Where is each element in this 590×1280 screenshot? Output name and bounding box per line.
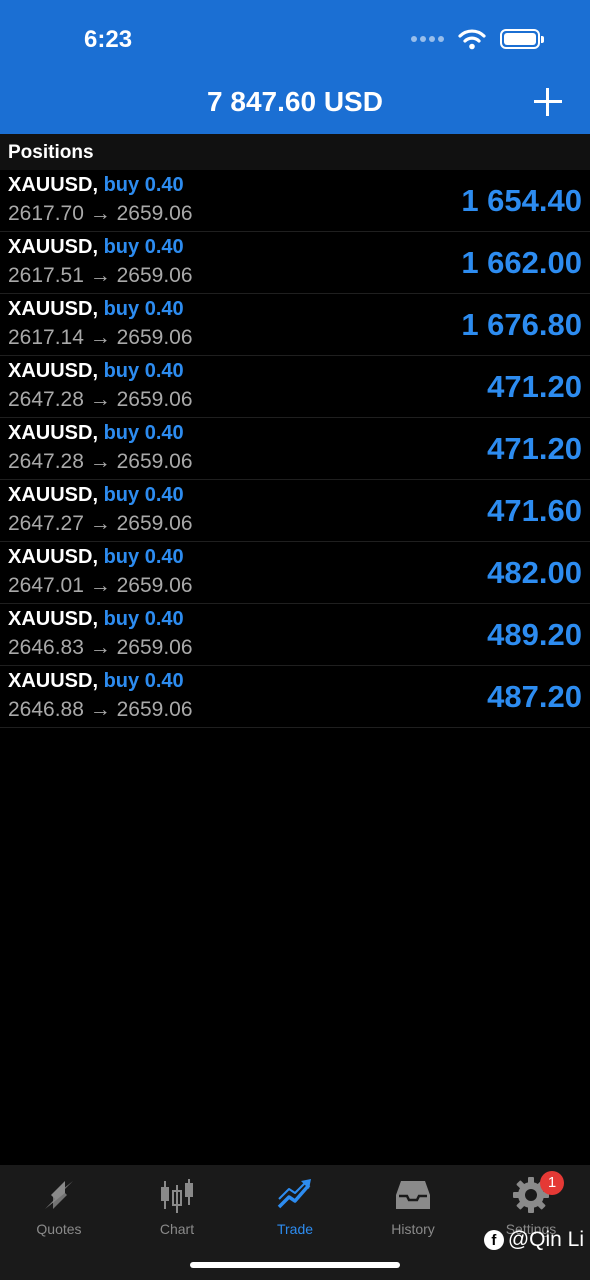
current-price: 2659.06 xyxy=(116,264,193,287)
tab-label: Quotes xyxy=(36,1221,82,1237)
arrow-icon: → xyxy=(89,512,111,535)
position-row[interactable]: XAUUSD, buy 0.40 2647.27 → 2659.06 471.6… xyxy=(0,480,590,542)
position-profit: 487.20 xyxy=(487,679,582,714)
position-profit: 471.20 xyxy=(487,369,582,404)
open-price: 2646.83 xyxy=(8,636,84,659)
current-price: 2659.06 xyxy=(116,512,193,535)
arrow-icon: → xyxy=(89,450,111,473)
open-price: 2647.27 xyxy=(8,512,84,535)
account-balance: 7 847.60 USD xyxy=(207,86,383,117)
watermark: f @Qin Li xyxy=(483,1228,584,1252)
position-row[interactable]: XAUUSD, buy 0.40 2617.51 → 2659.06 1 662… xyxy=(0,232,590,294)
tab-label: Chart xyxy=(159,1221,195,1237)
current-price: 2659.06 xyxy=(116,636,193,659)
position-side: buy 0.40 xyxy=(103,608,184,630)
position-symbol: XAUUSD, xyxy=(8,546,99,568)
history-icon xyxy=(396,1181,430,1209)
position-row[interactable]: XAUUSD, buy 0.40 2617.14 → 2659.06 1 676… xyxy=(0,294,590,356)
current-price: 2659.06 xyxy=(116,388,193,411)
home-indicator xyxy=(190,1262,400,1268)
position-side: buy 0.40 xyxy=(103,360,184,382)
wifi-icon xyxy=(458,29,486,50)
open-price: 2617.51 xyxy=(8,264,84,287)
position-side: buy 0.40 xyxy=(103,236,184,258)
arrow-icon: → xyxy=(89,636,111,659)
current-price: 2659.06 xyxy=(116,698,193,721)
position-side: buy 0.40 xyxy=(103,670,184,692)
positions-list: XAUUSD, buy 0.40 2617.70 → 2659.06 1 654… xyxy=(0,170,590,728)
tab-label: History xyxy=(391,1221,435,1237)
app-header: 6:23 7 847.60 USD xyxy=(0,0,590,134)
position-side: buy 0.40 xyxy=(103,546,184,568)
chart-icon xyxy=(161,1179,193,1213)
position-symbol: XAUUSD, xyxy=(8,236,99,258)
current-price: 2659.06 xyxy=(116,202,193,225)
facebook-icon: f xyxy=(483,1230,504,1250)
position-side: buy 0.40 xyxy=(103,298,184,320)
tab-label: Trade xyxy=(276,1221,314,1237)
position-row[interactable]: XAUUSD, buy 0.40 2617.70 → 2659.06 1 654… xyxy=(0,170,590,232)
position-row[interactable]: XAUUSD, buy 0.40 2646.83 → 2659.06 489.2… xyxy=(0,604,590,666)
arrow-icon: → xyxy=(89,698,111,721)
position-symbol: XAUUSD, xyxy=(8,484,99,506)
position-profit: 482.00 xyxy=(487,555,582,590)
position-side: buy 0.40 xyxy=(103,484,184,506)
trade-icon xyxy=(277,1179,311,1209)
position-symbol: XAUUSD, xyxy=(8,360,99,382)
arrow-icon: → xyxy=(89,574,111,597)
open-price: 2647.01 xyxy=(8,574,84,597)
position-row[interactable]: XAUUSD, buy 0.40 2647.28 → 2659.06 471.2… xyxy=(0,356,590,418)
open-price: 2617.70 xyxy=(8,202,84,225)
arrow-icon: → xyxy=(89,326,111,349)
section-title: Positions xyxy=(8,142,94,163)
current-price: 2659.06 xyxy=(116,450,193,473)
quotes-icon xyxy=(45,1181,73,1209)
current-price: 2659.06 xyxy=(116,326,193,349)
position-profit: 471.20 xyxy=(487,431,582,466)
position-profit: 1 676.80 xyxy=(461,307,582,342)
arrow-icon: → xyxy=(89,264,111,287)
arrow-icon: → xyxy=(89,388,111,411)
position-symbol: XAUUSD, xyxy=(8,670,99,692)
status-icons xyxy=(411,28,544,50)
add-order-button[interactable] xyxy=(534,88,562,116)
open-price: 2647.28 xyxy=(8,450,84,473)
tab-trade[interactable]: Trade xyxy=(236,1175,354,1245)
open-price: 2617.14 xyxy=(8,326,84,349)
open-price: 2647.28 xyxy=(8,388,84,411)
open-price: 2646.88 xyxy=(8,698,84,721)
battery-icon xyxy=(500,29,544,49)
watermark-text: @Qin Li xyxy=(507,1228,584,1251)
positions-section-header: Positions xyxy=(0,134,590,170)
position-profit: 471.60 xyxy=(487,493,582,528)
position-profit: 1 654.40 xyxy=(461,183,582,218)
notification-badge: 1 xyxy=(540,1171,564,1195)
position-symbol: XAUUSD, xyxy=(8,608,99,630)
current-price: 2659.06 xyxy=(116,574,193,597)
tab-chart[interactable]: Chart xyxy=(118,1175,236,1245)
position-symbol: XAUUSD, xyxy=(8,298,99,320)
position-symbol: XAUUSD, xyxy=(8,422,99,444)
position-profit: 1 662.00 xyxy=(461,245,582,280)
tab-history[interactable]: History xyxy=(354,1175,472,1245)
status-time: 6:23 xyxy=(84,26,133,53)
position-profit: 489.20 xyxy=(487,617,582,652)
position-row[interactable]: XAUUSD, buy 0.40 2647.01 → 2659.06 482.0… xyxy=(0,542,590,604)
position-row[interactable]: XAUUSD, buy 0.40 2647.28 → 2659.06 471.2… xyxy=(0,418,590,480)
signal-icon xyxy=(411,36,444,42)
position-row[interactable]: XAUUSD, buy 0.40 2646.88 → 2659.06 487.2… xyxy=(0,666,590,728)
arrow-icon: → xyxy=(89,202,111,225)
position-side: buy 0.40 xyxy=(103,174,184,196)
tab-quotes[interactable]: Quotes xyxy=(0,1175,118,1245)
position-side: buy 0.40 xyxy=(103,422,184,444)
position-symbol: XAUUSD, xyxy=(8,174,99,196)
